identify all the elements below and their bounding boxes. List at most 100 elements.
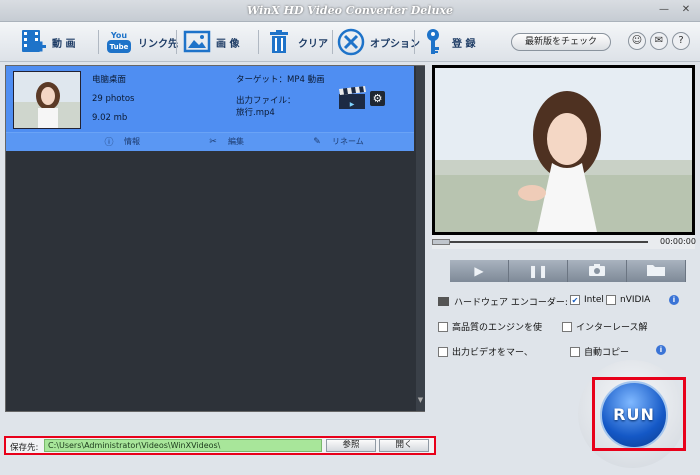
film-add-icon — [18, 27, 48, 57]
options-label: オプション — [370, 38, 420, 50]
scissors-icon: ✂ — [209, 136, 217, 147]
open-folder-button[interactable]: 開く — [379, 439, 429, 452]
check-update-button[interactable]: 最新版をチェック — [511, 33, 611, 51]
pause-icon: ❚❚ — [527, 264, 549, 278]
key-icon — [418, 27, 448, 57]
clapperboard-icon[interactable]: ▶ — [338, 86, 368, 110]
checkbox-checked[interactable]: ✔ — [570, 295, 580, 305]
video-preview — [432, 65, 695, 235]
add-image-label: 画 像 — [216, 38, 240, 50]
list-scrollbar[interactable] — [416, 66, 425, 411]
info-icon[interactable]: i — [669, 295, 679, 305]
seek-track[interactable] — [440, 241, 648, 243]
rename-button[interactable]: ✎ リネーム — [312, 136, 364, 147]
pause-button[interactable]: ❚❚ — [509, 260, 568, 282]
intel-label: Intel — [584, 295, 604, 305]
output-file-name: 旅行.mp4 — [236, 108, 275, 118]
svg-text:▶: ▶ — [350, 101, 355, 108]
deinterlace-label: インターレース解 — [576, 323, 648, 333]
gear-icon[interactable]: ⚙ — [370, 91, 385, 106]
youtube-label: リンク先 — [138, 38, 178, 50]
save-path-field[interactable]: C:\Users\Administrator\Videos\WinXVideos… — [44, 439, 322, 452]
timecode: 00:00:00 — [660, 237, 696, 246]
account-icon[interactable]: ☺ — [628, 32, 646, 50]
clear-button[interactable]: クリア — [264, 26, 328, 58]
highlight-frame — [592, 377, 686, 451]
checkbox[interactable] — [570, 346, 580, 357]
file-name: 电脑桌面 — [92, 75, 127, 85]
toolbar-divider — [258, 30, 259, 54]
nvidia-checkbox[interactable]: nVIDIA — [606, 295, 650, 305]
close-button[interactable]: ✕ — [678, 3, 694, 17]
playback-controls: ▶ ❚❚ — [450, 260, 686, 282]
hw-encoder-row: ハードウェア エンコーダー: — [438, 295, 568, 308]
mail-icon[interactable]: ✉ — [650, 32, 668, 50]
browse-button[interactable]: 参照 — [326, 439, 376, 452]
item-actions: ⓘ 情報 ✂ 編集 ✎ リネーム — [6, 132, 414, 151]
deinterlace-checkbox[interactable]: インターレース解 — [562, 320, 648, 333]
edit-label: 編集 — [228, 137, 244, 146]
output-video-checkbox[interactable]: 出力ビデオをマー、 — [438, 345, 533, 358]
clear-label: クリア — [298, 38, 328, 50]
add-video-label: 動 画 — [52, 38, 76, 50]
checkbox[interactable] — [562, 321, 572, 332]
info-icon[interactable]: i — [656, 345, 666, 355]
file-size: 9.02 mb — [92, 113, 128, 123]
options-button[interactable]: オプション — [336, 26, 420, 58]
camera-icon — [588, 263, 606, 279]
youtube-logo-tube: Tube — [110, 43, 129, 51]
auto-copy-checkbox[interactable]: 自動コピー — [570, 345, 629, 358]
save-destination-bar: 保存先: C:\Users\Administrator\Videos\WinXV… — [4, 436, 436, 455]
info-icon: ⓘ — [104, 138, 114, 148]
add-video-button[interactable]: 動 画 — [18, 26, 75, 58]
toolbar: 動 画 You Tube リンク先 画 像 クリア オプション 登 録 最新版を… — [0, 22, 700, 62]
checkbox[interactable] — [438, 346, 448, 357]
video-thumbnail — [13, 71, 81, 129]
youtube-button[interactable]: You Tube リンク先 — [104, 26, 178, 58]
snapshot-button[interactable] — [568, 260, 627, 282]
app-title: WinX HD Video Converter Deluxe — [246, 4, 454, 17]
help-icon[interactable]: ? — [672, 32, 690, 50]
open-folder-button[interactable] — [627, 260, 686, 282]
high-quality-checkbox[interactable]: 高品質のエンジンを使 — [438, 320, 542, 333]
folder-icon — [646, 263, 666, 280]
seek-bar[interactable]: 00:00:00 — [432, 235, 696, 249]
pencil-icon: ✎ — [313, 136, 321, 147]
title-bar: WinX HD Video Converter Deluxe — ✕ — [0, 0, 700, 22]
toolbar-divider — [98, 30, 99, 54]
toolbar-divider — [176, 30, 177, 54]
scroll-down-arrow[interactable]: ▼ — [417, 396, 424, 404]
youtube-logo-you: You — [110, 31, 128, 40]
play-button[interactable]: ▶ — [450, 260, 509, 282]
target-format: ターゲット：MP4 動画 — [236, 75, 325, 85]
toolbar-divider — [332, 30, 333, 54]
rename-label: リネーム — [332, 137, 364, 146]
register-button[interactable]: 登 録 — [418, 26, 475, 58]
youtube-icon: You Tube — [104, 27, 134, 57]
photo-count: 29 photos — [92, 94, 135, 104]
play-icon: ▶ — [474, 264, 484, 278]
save-label: 保存先: — [10, 443, 39, 453]
checkbox[interactable] — [606, 295, 616, 305]
info-button[interactable]: ⓘ 情報 — [104, 136, 140, 148]
high-quality-label: 高品質のエンジンを使 — [452, 323, 543, 333]
add-image-button[interactable]: 画 像 — [182, 26, 239, 58]
file-list[interactable]: 电脑桌面 29 photos 9.02 mb ターゲット：MP4 動画 出力ファ… — [5, 65, 425, 412]
seek-handle[interactable] — [432, 239, 450, 245]
list-item[interactable]: 电脑桌面 29 photos 9.02 mb ターゲット：MP4 動画 出力ファ… — [6, 66, 414, 151]
checkbox[interactable] — [438, 321, 448, 332]
intel-checkbox[interactable]: ✔ Intel — [570, 295, 604, 305]
wrench-icon — [336, 27, 366, 57]
auto-copy-label: 自動コピー — [584, 348, 630, 358]
output-video-label: 出力ビデオをマー、 — [452, 348, 533, 358]
minimize-button[interactable]: — — [656, 3, 672, 17]
nvidia-label: nVIDIA — [620, 295, 651, 305]
edit-button[interactable]: ✂ 編集 — [208, 136, 244, 147]
hw-encoder-label: ハードウェア エンコーダー: — [454, 298, 568, 308]
chip-icon — [438, 297, 449, 306]
toolbar-divider — [414, 30, 415, 54]
info-label: 情報 — [124, 137, 140, 146]
register-label: 登 録 — [452, 38, 476, 50]
output-label: 出力ファイル： — [236, 96, 296, 106]
image-icon — [182, 27, 212, 57]
